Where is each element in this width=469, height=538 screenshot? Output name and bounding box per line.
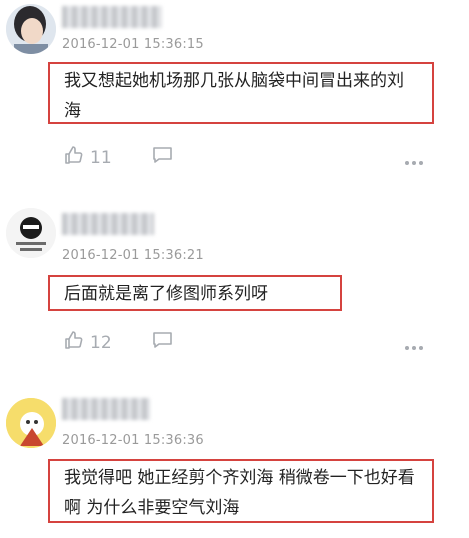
comment-text: 后面就是离了修图师系列呀: [48, 275, 342, 311]
more-button[interactable]: [404, 151, 424, 170]
comment-actions: 12: [64, 330, 434, 354]
user-name-blurred[interactable]: [62, 398, 150, 420]
more-dots-icon: [404, 151, 424, 170]
user-name-blurred[interactable]: [62, 6, 162, 28]
avatar[interactable]: [6, 4, 56, 54]
reply-button[interactable]: [152, 145, 174, 169]
comment-timestamp: 2016-12-01 15:36:36: [62, 433, 204, 448]
avatar[interactable]: [6, 208, 56, 258]
more-button[interactable]: [404, 336, 424, 355]
comment-text: 我觉得吧 她正经剪个齐刘海 稍微卷一下也好看啊 为什么非要空气刘海: [48, 459, 434, 523]
thumbs-up-icon: [64, 145, 90, 170]
thumbs-up-icon: [64, 330, 90, 355]
user-name-blurred[interactable]: [62, 213, 154, 235]
comment-timestamp: 2016-12-01 15:36:15: [62, 37, 204, 52]
comment-text: 我又想起她机场那几张从脑袋中间冒出来的刘海: [48, 62, 434, 124]
like-button[interactable]: 11: [64, 145, 112, 170]
comment-actions: 11: [64, 145, 434, 169]
like-count: 11: [90, 147, 112, 168]
like-button[interactable]: 12: [64, 330, 112, 355]
reply-button[interactable]: [152, 330, 174, 354]
comment-bubble-icon: [152, 332, 174, 354]
more-dots-icon: [404, 336, 424, 355]
comment-timestamp: 2016-12-01 15:36:21: [62, 248, 204, 263]
avatar[interactable]: [6, 398, 56, 448]
comment-bubble-icon: [152, 147, 174, 169]
like-count: 12: [90, 332, 112, 353]
